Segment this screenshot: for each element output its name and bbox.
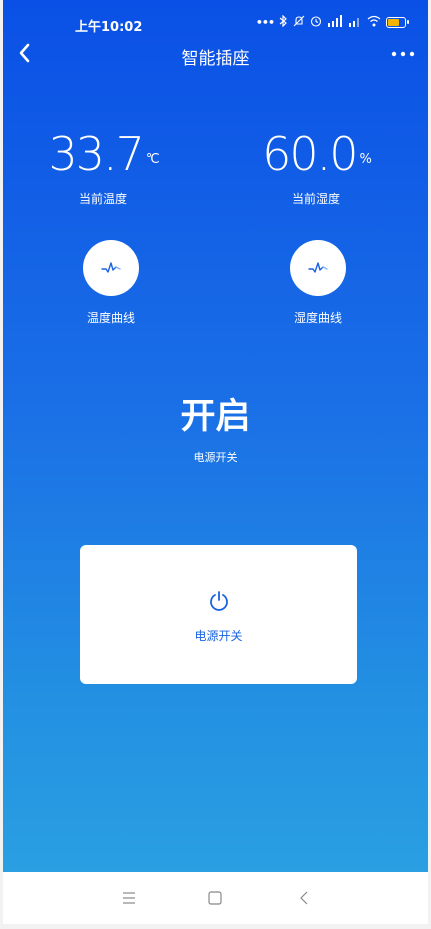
humidity-curve-circle[interactable] [290, 240, 346, 296]
power-state: 开启 [180, 397, 251, 437]
temperature-curve-label: 温度曲线 [86, 311, 135, 325]
humidity-label: 当前湿度 [291, 192, 340, 206]
temperature-curve-button[interactable]: 温度曲线 [51, 240, 171, 326]
humidity-unit: % [359, 152, 372, 167]
signal-icon [348, 15, 362, 30]
humidity-value: 60.0 [262, 127, 358, 181]
mute-icon [293, 15, 305, 30]
nav-back-button[interactable] [293, 886, 317, 910]
alarm-icon [310, 15, 322, 30]
humidity-curve-label: 湿度曲线 [293, 311, 342, 325]
navigation-bar [3, 872, 428, 924]
back-icon [300, 891, 308, 905]
chart-curve-icon [101, 262, 121, 273]
status-bar: 上午10:02 ••• [3, 0, 428, 36]
temperature-value: 33.7 [48, 127, 145, 181]
power-icon [209, 591, 228, 611]
more-dots-icon: ••• [255, 16, 275, 29]
chart-curve-icon [308, 262, 328, 273]
temperature-reading: 33.7 °C 当前温度 [3, 128, 203, 207]
temperature-curve-circle[interactable] [83, 240, 139, 296]
app-screen: 上午10:02 ••• 智能插座 33.7 °C 当前温度 60.0 % 当前湿… [3, 0, 428, 872]
menu-icon [123, 892, 135, 904]
power-caption: 电源开关 [193, 451, 238, 464]
humidity-reading: 60.0% 当前湿度 [216, 128, 416, 207]
more-icon [391, 51, 415, 57]
power-toggle-label: 电源开关 [194, 629, 243, 643]
home-icon [208, 891, 222, 905]
wifi-icon [367, 15, 381, 30]
battery-icon [386, 17, 409, 28]
power-toggle-button[interactable]: 电源开关 [80, 545, 357, 684]
hd-signal-icon [327, 15, 343, 30]
status-time: 上午10:02 [75, 20, 143, 35]
humidity-curve-button[interactable]: 湿度曲线 [258, 240, 378, 326]
status-icons: ••• [255, 14, 409, 30]
home-button[interactable] [203, 886, 227, 910]
menu-button[interactable] [117, 886, 141, 910]
temperature-unit: °C [145, 152, 160, 167]
page-title: 智能插座 [181, 49, 250, 69]
bluetooth-icon [279, 14, 288, 30]
temperature-label: 当前温度 [78, 192, 127, 206]
more-button[interactable] [388, 46, 418, 62]
